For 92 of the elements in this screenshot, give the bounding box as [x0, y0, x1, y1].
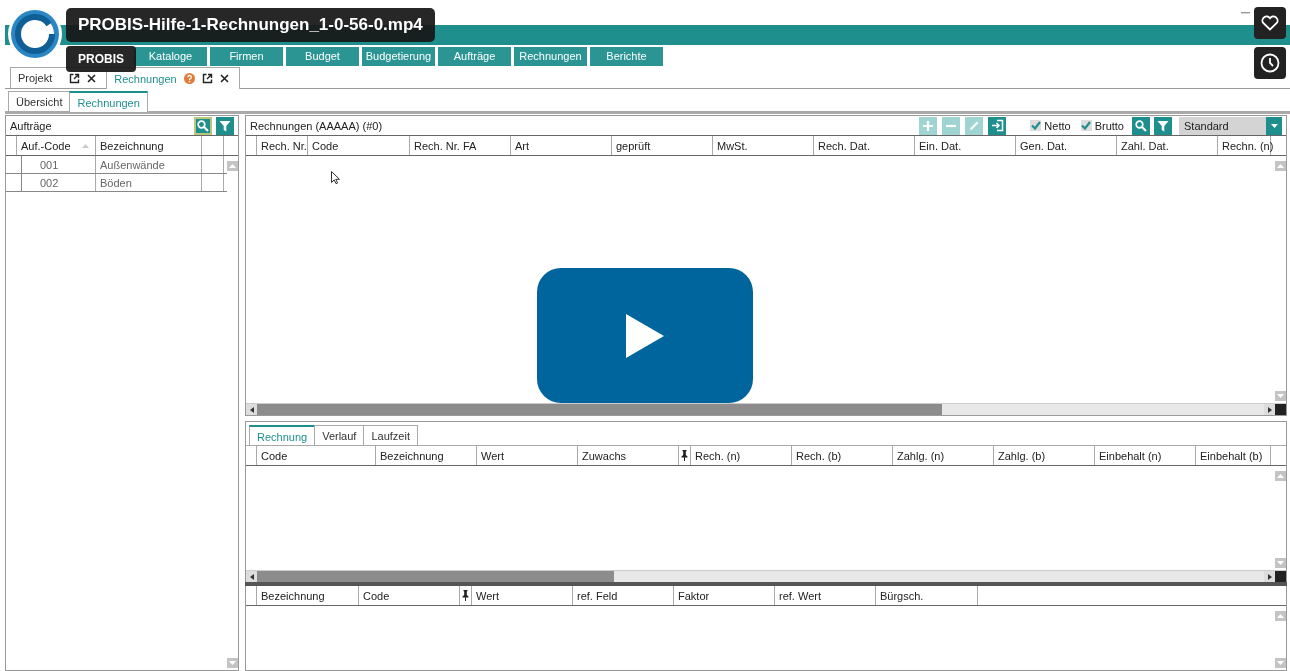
column-header[interactable]: Auf.-Code: [17, 136, 96, 155]
heart-icon: [1261, 15, 1279, 31]
pencil-icon: [968, 119, 981, 132]
scrollbar[interactable]: [246, 570, 1286, 582]
nav-button[interactable]: Aufträge: [438, 46, 511, 66]
nav-button[interactable]: Rechnungen: [514, 46, 587, 66]
table-cell: 001: [36, 156, 96, 173]
video-title[interactable]: PROBIS-Hilfe-1-Rechnungen_1-0-56-0.mp4: [66, 8, 435, 42]
close-icon[interactable]: [87, 73, 97, 83]
column-header[interactable]: Rech. (b): [792, 446, 893, 465]
tab[interactable]: Rechnungen: [69, 91, 148, 112]
arrow-left-icon[interactable]: [249, 573, 254, 580]
checkbox[interactable]: [1030, 120, 1042, 131]
arrow-left-icon[interactable]: [249, 406, 254, 413]
column-header[interactable]: Bürgsch.: [876, 586, 978, 605]
external-link-icon[interactable]: [201, 73, 213, 84]
column-header[interactable]: Einbehalt (n): [1095, 446, 1196, 465]
help-icon[interactable]: [183, 73, 195, 84]
search-button[interactable]: [1132, 116, 1150, 135]
external-link-icon[interactable]: [69, 72, 81, 84]
filter-button[interactable]: [216, 116, 234, 135]
panel-title: Aufträge: [10, 119, 53, 132]
search-icon: [1135, 119, 1147, 132]
filter-icon: [1157, 119, 1169, 132]
search-button[interactable]: [194, 116, 212, 135]
column-header[interactable]: Bezeichnung: [96, 136, 202, 155]
tab[interactable]: Übersicht: [8, 91, 71, 111]
clock-icon: [1260, 53, 1280, 73]
scrollbar-corner: [1275, 404, 1286, 415]
like-button[interactable]: [1254, 7, 1286, 39]
column-header[interactable]: Bezeichnung: [257, 586, 359, 605]
pin-icon[interactable]: [462, 590, 469, 601]
column-header[interactable]: Rechn. (n): [1218, 136, 1271, 155]
arrow-right-icon[interactable]: [1267, 573, 1272, 580]
scrollbar-corner: [1275, 571, 1286, 582]
column-header[interactable]: Rech. Nr. FA: [410, 136, 511, 155]
scrollbar[interactable]: [246, 403, 1286, 415]
watch-later-button[interactable]: [1254, 47, 1286, 79]
search-icon: [197, 119, 209, 132]
plus-icon: [922, 119, 935, 132]
column-header[interactable]: ref. Feld: [573, 586, 674, 605]
column-header[interactable]: Gen. Dat.: [1016, 136, 1117, 155]
play-button[interactable]: [537, 268, 753, 403]
table-cell: Außenwände: [96, 156, 202, 173]
panel-title: Rechnungen (AAAAA) (#0): [250, 119, 384, 132]
checkbox-label: Brutto: [1094, 119, 1124, 132]
import-icon: [990, 119, 1004, 132]
column-header[interactable]: Einbehalt (b): [1196, 446, 1271, 465]
cursor-icon: [331, 171, 340, 184]
nav-button[interactable]: Kataloge: [134, 46, 207, 66]
column-header[interactable]: Bezeichnung: [376, 446, 477, 465]
nav-button[interactable]: Budget: [286, 46, 359, 66]
column-header[interactable]: geprüft: [612, 136, 713, 155]
nav-button[interactable]: Budgetierung: [362, 46, 435, 66]
column-header[interactable]: Code: [308, 136, 410, 155]
filter-icon: [219, 119, 231, 132]
column-header[interactable]: Rech. Nr.: [257, 136, 308, 155]
arrow-right-icon[interactable]: [1267, 406, 1272, 413]
channel-name[interactable]: PROBIS: [66, 46, 136, 72]
column-header[interactable]: Code: [257, 446, 376, 465]
filter-button[interactable]: [1154, 116, 1172, 135]
minimize-icon[interactable]: [1241, 11, 1250, 14]
column-header[interactable]: Zahl. Dat.: [1117, 136, 1218, 155]
nav-button[interactable]: Firmen: [210, 46, 283, 66]
checkbox[interactable]: [1080, 120, 1092, 131]
close-icon[interactable]: [219, 74, 229, 83]
column-header[interactable]: Wert: [472, 586, 573, 605]
column-header[interactable]: Wert: [477, 446, 578, 465]
column-header[interactable]: Zahlg. (n): [893, 446, 994, 465]
column-header[interactable]: Faktor: [674, 586, 775, 605]
column-header[interactable]: Rech. Dat.: [814, 136, 915, 155]
column-header[interactable]: MwSt.: [713, 136, 814, 155]
sort-icon: [82, 143, 89, 148]
column-header[interactable]: ref. Wert: [775, 586, 876, 605]
table-cell: 002: [36, 174, 96, 191]
play-icon: [624, 311, 666, 360]
column-header[interactable]: Zuwachs: [578, 446, 679, 465]
pin-icon[interactable]: [681, 450, 688, 461]
caret-icon: [1270, 123, 1278, 128]
column-header[interactable]: Rech. (n): [691, 446, 792, 465]
document-tab[interactable]: Rechnungen: [106, 67, 240, 89]
column-header[interactable]: Zahlg. (b): [994, 446, 1095, 465]
view-dropdown[interactable]: Standard: [1179, 116, 1282, 135]
tab[interactable]: Laufzeit: [363, 425, 418, 445]
column-header[interactable]: Ein. Dat.: [915, 136, 1016, 155]
table-cell: Böden: [96, 174, 202, 191]
column-header[interactable]: Code: [359, 586, 460, 605]
import-button[interactable]: [988, 116, 1007, 135]
column-header[interactable]: Art: [511, 136, 612, 155]
checkbox-label: Netto: [1044, 119, 1071, 132]
tab[interactable]: Rechnung: [249, 425, 316, 446]
nav-button[interactable]: Berichte: [590, 46, 663, 66]
